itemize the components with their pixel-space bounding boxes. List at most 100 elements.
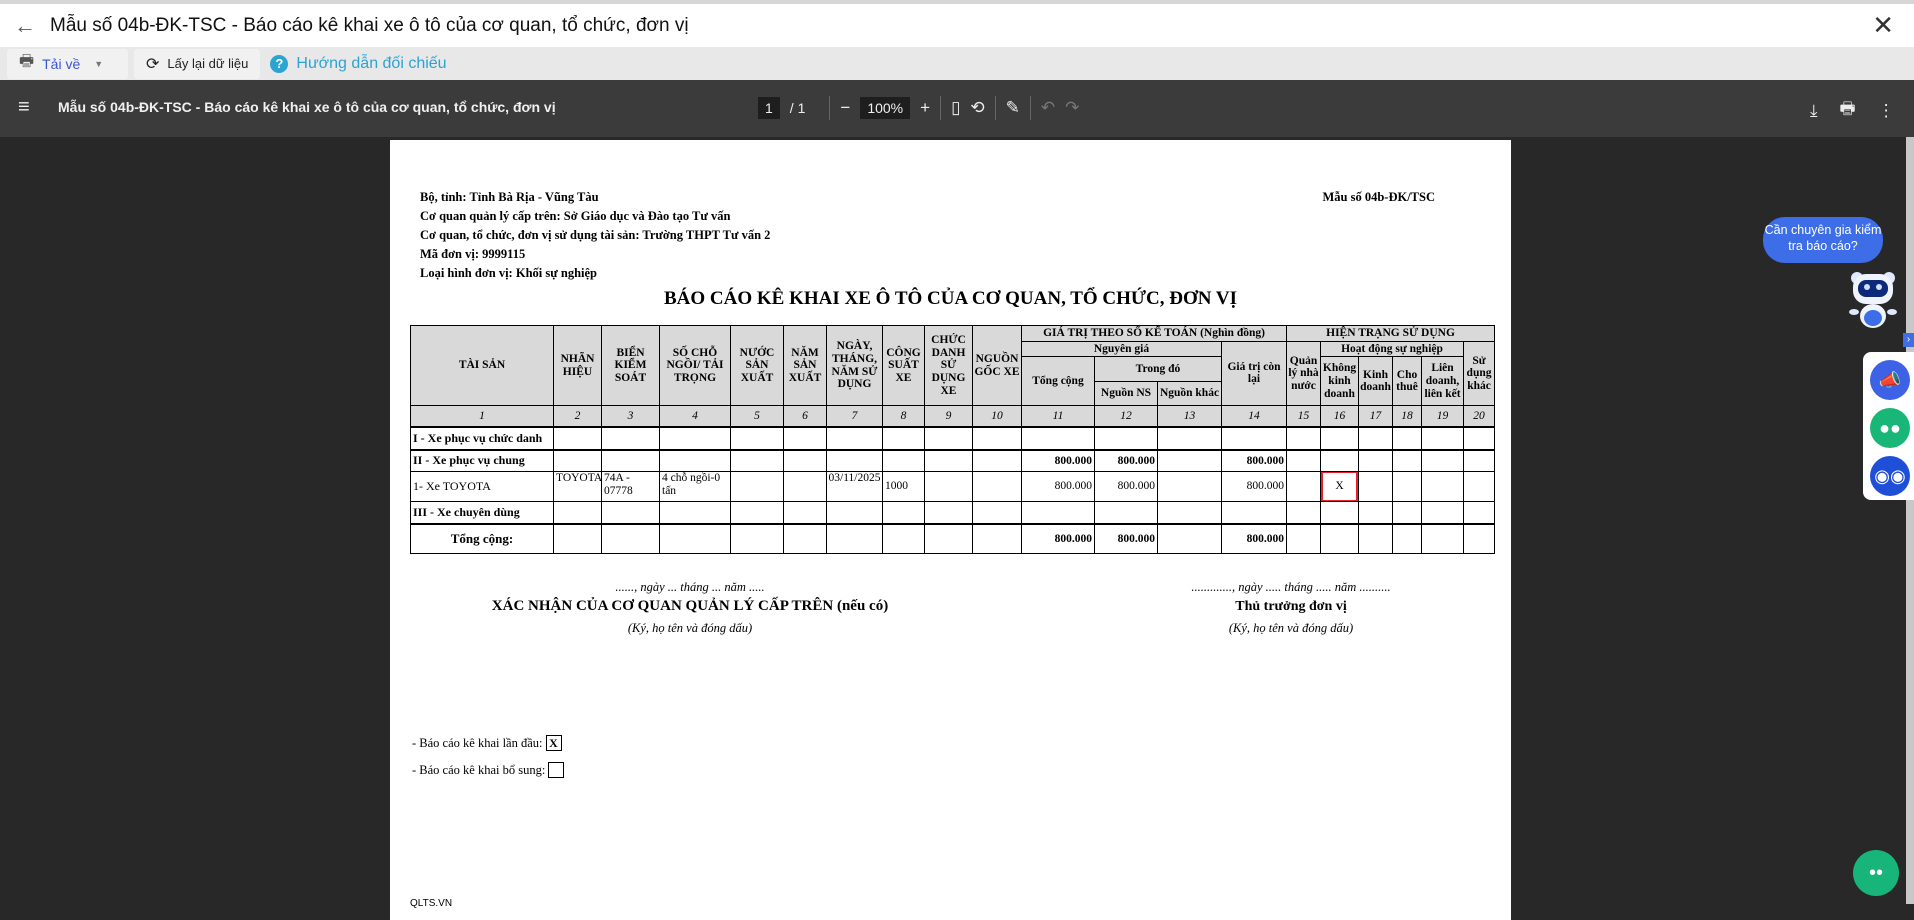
column-number: 15 (1286, 405, 1321, 428)
col-plate: BIỂN KIỂM SOÁT (601, 324, 660, 407)
table-cell: 800.000 (1021, 448, 1095, 473)
cell-text: 800.000 (1054, 454, 1092, 467)
table-cell (1462, 448, 1496, 473)
table-cell: 74A - 07778 (601, 471, 660, 503)
table-cell (1320, 501, 1359, 525)
table-cell: 1000 (882, 471, 925, 503)
table-cell (826, 425, 883, 451)
chat-icon[interactable]: ●● (1870, 408, 1910, 448)
col-of-which: Trong đó (1094, 356, 1222, 383)
column-number: 9 (924, 405, 973, 428)
col-origin: NGUỒN GỐC XE (972, 324, 1022, 407)
asset-name-cell: III - Xe chuyên dùng (410, 501, 554, 525)
expand-chevron-icon[interactable]: › (1903, 333, 1914, 347)
cell-text: 800.000 (1117, 480, 1155, 493)
table-cell (553, 522, 602, 555)
zoom-input[interactable]: 100% (860, 97, 911, 119)
table-cell (1320, 522, 1359, 555)
robot-icon[interactable]: ◉◉ (1870, 456, 1910, 496)
cell-text: 800.000 (1246, 480, 1284, 493)
table-cell (1157, 448, 1222, 473)
cell-text: 800.000 (1246, 532, 1284, 545)
table-cell: 800.000 (1021, 522, 1095, 555)
more-options-icon[interactable]: ⋮ (1878, 101, 1895, 121)
table-cell: 800.000 (1094, 448, 1158, 473)
cell-text: III - Xe chuyên dùng (413, 504, 520, 519)
rotate-icon[interactable]: ⟲ (970, 98, 984, 118)
download-icon[interactable]: ⤓ (1810, 101, 1818, 121)
table-cell (1392, 501, 1422, 525)
support-chat-icon[interactable]: •• (1853, 850, 1899, 896)
table-cell (553, 448, 602, 473)
column-number: 3 (601, 405, 660, 428)
reload-label: Lấy lại dữ liệu (167, 56, 249, 71)
supplement-checkbox[interactable] (548, 762, 565, 778)
cell-text: TOYOTA (556, 472, 602, 485)
redo-icon[interactable]: ↷ (1065, 98, 1079, 118)
table-cell (1392, 522, 1422, 555)
table-cell (972, 425, 1022, 451)
unit-head-signature: ............., ngày ..... tháng ..... nă… (1041, 580, 1541, 636)
cell-text: 800.000 (1246, 454, 1284, 467)
menu-icon[interactable]: ≡ (18, 96, 30, 119)
col-year: NĂM SẢN XUẤT (783, 324, 827, 407)
col-asset: TÀI SẢN (410, 324, 554, 407)
column-number: 2 (553, 405, 602, 428)
col-joint: Liên doanh, liên kết (1421, 356, 1464, 407)
table-cell (1094, 501, 1158, 525)
column-number: 4 (659, 405, 731, 428)
table-cell (601, 425, 660, 451)
col-nonbusiness: Không kinh doanh (1320, 356, 1359, 407)
scrollbar[interactable] (1906, 137, 1914, 904)
column-number: 17 (1358, 405, 1393, 428)
asset-name-cell: II - Xe phục vụ chung (410, 448, 554, 473)
divider (940, 96, 942, 120)
col-career-activity: Hoạt động sự nghiệp (1320, 340, 1464, 358)
reload-data-button[interactable]: ⟳ Lấy lại dữ liệu (134, 48, 261, 79)
column-number: 6 (783, 405, 827, 428)
table-cell (882, 501, 925, 525)
table-cell: 800.000 (1221, 471, 1287, 503)
table-cell (1320, 448, 1359, 473)
table-cell (1286, 501, 1321, 525)
table-cell (1358, 448, 1393, 473)
table-cell: 800.000 (1221, 522, 1287, 555)
zoom-out-icon[interactable]: − (840, 98, 850, 118)
column-number: 20 (1462, 405, 1496, 428)
table-cell (1392, 448, 1422, 473)
annotate-icon[interactable]: ✎ (1006, 98, 1020, 118)
robot-assistant-icon[interactable] (1848, 270, 1898, 330)
back-arrow-icon[interactable]: ← (0, 13, 50, 39)
zoom-in-icon[interactable]: + (920, 98, 930, 118)
cell-text: 800.000 (1054, 532, 1092, 545)
table-cell: X (1320, 471, 1359, 503)
assistant-bubble[interactable]: Cần chuyên gia kiểm tra báo cáo? (1763, 217, 1883, 263)
megaphone-icon[interactable]: 📣 (1870, 360, 1910, 400)
table-cell: 800.000 (1094, 471, 1158, 503)
page-number-input[interactable]: 1 (758, 97, 780, 119)
column-number: 1 (410, 405, 554, 428)
table-cell (1358, 501, 1393, 525)
print-icon[interactable]: 🖶 (1840, 96, 1856, 125)
table-cell: 03/11/2025 (826, 471, 883, 503)
asset-name-cell: I - Xe phục vụ chức danh (410, 425, 554, 451)
table-cell (730, 522, 784, 555)
undo-icon[interactable]: ↶ (1041, 98, 1055, 118)
column-number: 18 (1392, 405, 1422, 428)
col-title: CHỨC DANH SỬ DỤNG XE (924, 324, 973, 407)
table-cell (783, 448, 827, 473)
asset-name-cell: Tổng cộng: (410, 522, 554, 555)
first-report-label: - Báo cáo kê khai lần đầu: (412, 735, 543, 750)
table-cell (1421, 425, 1464, 451)
table-cell (1286, 522, 1321, 555)
column-number: 14 (1221, 405, 1287, 428)
table-cell (924, 471, 973, 503)
col-state-budget: Nguồn NS (1094, 381, 1158, 407)
fit-page-icon[interactable]: ▯ (951, 98, 960, 118)
table-cell (659, 522, 731, 555)
close-icon[interactable]: ✕ (1872, 10, 1894, 41)
download-button[interactable]: 🖶 Tải về ▼ (7, 48, 128, 79)
header-unit: Cơ quan, tổ chức, đơn vị sử dụng tài sản… (420, 228, 771, 242)
help-link[interactable]: ? Hướng dẫn đối chiếu (270, 54, 447, 73)
first-report-checkbox[interactable]: X (545, 735, 562, 751)
